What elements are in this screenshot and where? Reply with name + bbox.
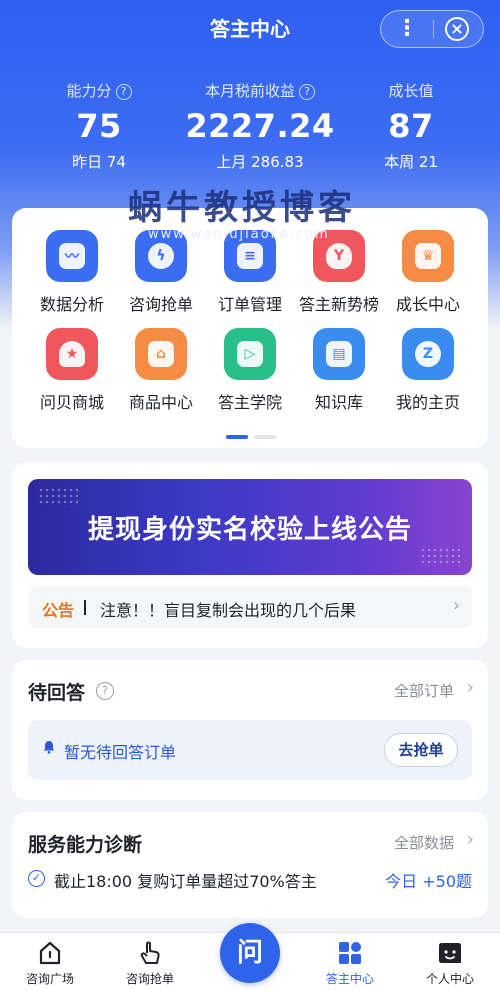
stat-ability-score[interactable]: 能力分? 75 昨日 74 [14,80,184,172]
document-icon: ≡ [224,230,276,282]
stat-monthly-income[interactable]: 本月税前收益? 2227.24 上月 286.83 [175,80,345,172]
grid-item-growth-center[interactable]: ♛ 成长中心 [384,230,472,315]
grid-item-label: 商品中心 [128,393,193,412]
stat-value: 75 [76,107,122,145]
tab-consult-grab[interactable]: 咨询抢单 [100,933,200,990]
tab-label: 咨询抢单 [125,972,174,986]
trophy-icon: Y [313,230,365,282]
notice-bar[interactable]: 公告 注意！！盲目复制会出现的几个后果 › [28,586,472,628]
all-orders-link[interactable]: 全部订单 [394,680,454,701]
stat-label: 本月税前收益 [204,82,295,100]
empty-text: 暂无待回答订单 [64,743,177,762]
section-title: 服务能力诊断 [28,834,143,856]
stat-sub: 昨日 74 [72,153,126,171]
grid-item-label: 答主新势榜 [298,295,379,314]
lightning-icon: ϟ [135,230,187,282]
grid-item-data-analysis[interactable]: 〰 数据分析 [28,230,116,315]
banner-decoration [38,487,78,507]
indicator-inactive [254,435,276,439]
grid-item-label: 咨询抢单 [128,295,193,314]
help-icon[interactable]: ? [299,84,315,100]
grid-item-label: 我的主页 [395,393,460,412]
mini-program-capsule: ⋮ × [380,10,484,48]
crown-icon: ♛ [402,230,454,282]
notice-tag: 公告 [42,601,75,620]
face-icon [436,939,464,967]
notice-message: 注意！！盲目复制会出现的几个后果 [100,601,357,620]
chevron-right-icon: › [466,829,474,850]
grid-item-order-management[interactable]: ≡ 订单管理 [206,230,294,315]
hand-tap-icon [136,939,164,967]
banner-decoration [420,547,460,567]
help-icon[interactable]: ? [96,682,114,700]
notice-divider [84,600,86,615]
indicator-active [226,435,248,439]
close-icon[interactable]: × [445,17,469,41]
shell-icon: ★ [46,328,98,380]
chevron-right-icon: › [452,595,460,616]
chevron-right-icon: › [466,677,474,698]
function-grid-card: 〰 数据分析 ϟ 咨询抢单 ≡ 订单管理 Y 答主新势榜 ♛ 成长中心 ★ 问贝… [12,208,488,448]
all-data-link[interactable]: 全部数据 [394,832,454,853]
grid-item-new-ranking[interactable]: Y 答主新势榜 [295,230,383,315]
notice-card: 提现身份实名校验上线公告 公告 注意！！盲目复制会出现的几个后果 › [12,462,488,648]
grid-item-label: 知识库 [314,393,363,412]
tab-label: 咨询广场 [25,972,74,986]
grid-item-label: 订单管理 [217,295,282,314]
service-diagnosis-card: 服务能力诊断 全部数据 › ✓ 截止18:00 复购订单量超过70%答主 今日 … [12,812,488,918]
bottom-tab-bar: 咨询广场 咨询抢单 问 答主中心 个人中心 [0,923,500,990]
page-indicator [226,424,282,443]
grid-item-label: 数据分析 [39,295,104,314]
grid-item-label: 问贝商城 [39,393,104,412]
tab-label: 个人中心 [425,972,474,986]
tab-personal-center[interactable]: 个人中心 [400,933,500,990]
tab-answerer-center[interactable]: 答主中心 [300,933,400,990]
stat-sub: 上月 286.83 [216,153,304,171]
stat-value: 2227.24 [185,107,335,145]
play-icon: ▷ [224,328,276,380]
grid-item-label: 成长中心 [395,295,460,314]
capsule-divider [433,20,434,38]
grid-shapes-icon [336,939,364,967]
chart-line-icon: 〰 [46,230,98,282]
diagnosis-text: 截止18:00 复购订单量超过70%答主 [54,872,317,891]
tab-consult-square[interactable]: 咨询广场 [0,933,100,990]
zhihu-logo-icon: Z [402,328,454,380]
stat-value: 87 [388,107,434,145]
banner-text: 提现身份实名校验上线公告 [87,515,412,545]
stat-label: 成长值 [388,82,434,100]
diagnosis-item[interactable]: ✓ 截止18:00 复购订单量超过70%答主 今日 +50题 [28,868,472,892]
more-icon[interactable]: ⋮ [381,11,433,47]
book-icon: ▤ [313,328,365,380]
stat-growth-value[interactable]: 成长值 87 本周 21 [326,80,496,172]
empty-state: 暂无待回答订单 去抢单 [28,720,472,780]
stat-label: 能力分 [66,82,112,100]
grid-item-label: 答主学院 [217,393,282,412]
grid-item-shell-mall[interactable]: ★ 问贝商城 [28,328,116,413]
stat-sub: 本周 21 [384,153,438,171]
diagnosis-link[interactable]: 今日 +50题 [385,868,472,892]
grid-item-academy[interactable]: ▷ 答主学院 [206,328,294,413]
grid-item-my-homepage[interactable]: Z 我的主页 [384,328,472,413]
section-title: 待回答 [28,682,86,704]
grab-order-button[interactable]: 去抢单 [384,733,458,767]
help-icon[interactable]: ? [115,84,132,100]
top-bar: 答主中心 ⋮ × [0,0,500,58]
ask-button[interactable]: 问 [220,923,280,983]
announcement-banner[interactable]: 提现身份实名校验上线公告 [28,479,472,575]
tab-label: 答主中心 [325,972,374,986]
pending-answers-card: 待回答 ? 全部订单 › 暂无待回答订单 去抢单 [12,660,488,800]
store-icon: ⌂ [135,328,187,380]
grid-item-consult-grab[interactable]: ϟ 咨询抢单 [117,230,205,315]
stats-row: 能力分? 75 昨日 74 本月税前收益? 2227.24 上月 286.83 … [0,80,500,190]
check-circle-icon: ✓ [28,870,45,887]
home-icon [36,939,64,967]
grid-item-knowledge-base[interactable]: ▤ 知识库 [295,328,383,413]
bell-icon [43,741,55,754]
grid-item-product-center[interactable]: ⌂ 商品中心 [117,328,205,413]
